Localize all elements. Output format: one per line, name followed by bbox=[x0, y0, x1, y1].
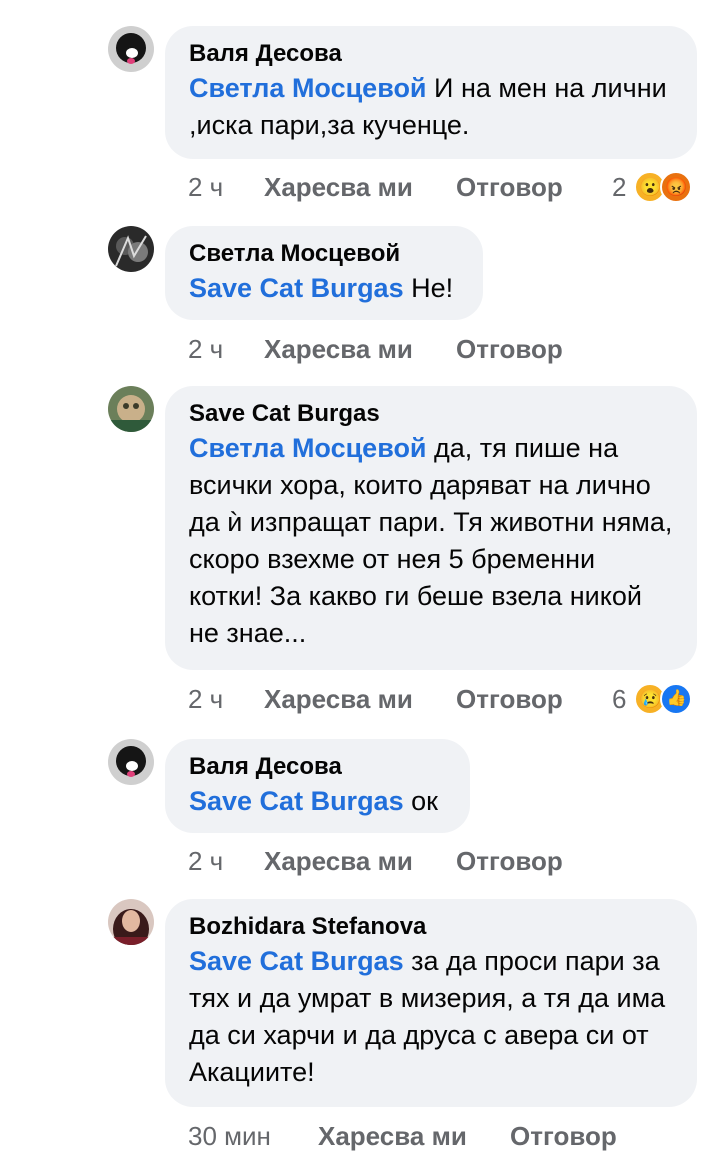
comment-time[interactable]: 2 ч bbox=[188, 171, 223, 203]
comment-author[interactable]: Bozhidara Stefanova bbox=[189, 911, 673, 943]
avatar[interactable] bbox=[108, 226, 154, 272]
comment-time[interactable]: 2 ч bbox=[188, 845, 223, 877]
comment-author[interactable]: Save Cat Burgas bbox=[189, 398, 673, 430]
like-button[interactable]: Харесва ми bbox=[264, 171, 413, 203]
like-icon: 👍 bbox=[660, 683, 693, 715]
mention-link[interactable]: Save Cat Burgas bbox=[189, 786, 404, 816]
comment-author[interactable]: Валя Десова bbox=[189, 751, 446, 783]
like-button[interactable]: Харесва ми bbox=[264, 333, 413, 365]
comment-author[interactable]: Светла Мосцевой bbox=[189, 238, 459, 270]
comment-bubble: Валя Десова Светла Мосцевой И на мен на … bbox=[165, 26, 697, 159]
comment-text: Save Cat Burgas за да проси пари за тях … bbox=[189, 943, 673, 1091]
comment-time[interactable]: 30 мин bbox=[188, 1120, 271, 1152]
avatar[interactable] bbox=[108, 739, 154, 785]
like-button[interactable]: Харесва ми bbox=[264, 845, 413, 877]
comment-bubble: Bozhidara Stefanova Save Cat Burgas за д… bbox=[165, 899, 697, 1107]
comment-text: Save Cat Burgas ок bbox=[189, 783, 446, 820]
avatar[interactable] bbox=[108, 386, 154, 432]
comment-actions: 2 ч Харесва ми Отговор bbox=[188, 845, 588, 877]
comment-actions: 2 ч Харесва ми Отговор bbox=[188, 333, 588, 365]
reply-button[interactable]: Отговор bbox=[456, 683, 563, 715]
comment-text: Светла Мосцевой И на мен на лични ,иска … bbox=[189, 70, 673, 144]
comment-bubble: Save Cat Burgas Светла Мосцевой да, тя п… bbox=[165, 386, 697, 670]
avatar[interactable] bbox=[108, 26, 154, 72]
comment-text: Save Cat Burgas Не! bbox=[189, 270, 459, 307]
reply-button[interactable]: Отговор bbox=[510, 1120, 617, 1152]
comment-time[interactable]: 2 ч bbox=[188, 333, 223, 365]
mention-link[interactable]: Save Cat Burgas bbox=[189, 946, 404, 976]
like-button[interactable]: Харесва ми bbox=[264, 683, 413, 715]
reaction-count: 2 bbox=[612, 172, 627, 202]
comment-bubble: Валя Десова Save Cat Burgas ок bbox=[165, 739, 470, 833]
comment-author[interactable]: Валя Десова bbox=[189, 38, 673, 70]
comment-body: Не! bbox=[403, 273, 454, 303]
reactions[interactable]: 6 😢 👍 bbox=[612, 683, 693, 715]
like-button[interactable]: Харесва ми bbox=[318, 1120, 467, 1152]
angry-icon: 😡 bbox=[660, 171, 693, 203]
comment-actions: 2 ч Харесва ми Отговор 2 😮 😡 bbox=[188, 171, 708, 203]
comment-actions: 2 ч Харесва ми Отговор 6 😢 👍 bbox=[188, 683, 708, 715]
reactions[interactable]: 2 😮 😡 bbox=[612, 171, 693, 203]
comment-bubble: Светла Мосцевой Save Cat Burgas Не! bbox=[165, 226, 483, 320]
comment-time[interactable]: 2 ч bbox=[188, 683, 223, 715]
reply-button[interactable]: Отговор bbox=[456, 171, 563, 203]
comment-body: да, тя пише на всички хора, които дарява… bbox=[189, 433, 673, 648]
reaction-count: 6 bbox=[612, 684, 627, 714]
reply-button[interactable]: Отговор bbox=[456, 333, 563, 365]
comment-body: ок bbox=[403, 786, 438, 816]
comment-text: Светла Мосцевой да, тя пише на всички хо… bbox=[189, 430, 673, 652]
mention-link[interactable]: Save Cat Burgas bbox=[189, 273, 404, 303]
comment-actions: 30 мин Харесва ми Отговор bbox=[188, 1120, 648, 1152]
reply-button[interactable]: Отговор bbox=[456, 845, 563, 877]
mention-link[interactable]: Светла Мосцевой bbox=[189, 73, 427, 103]
avatar[interactable] bbox=[108, 899, 154, 945]
mention-link[interactable]: Светла Мосцевой bbox=[189, 433, 427, 463]
